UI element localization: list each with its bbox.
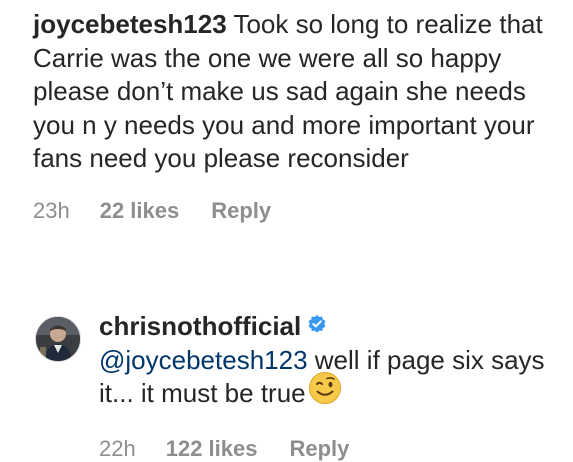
reply-username[interactable]: chrisnothofficial bbox=[99, 311, 301, 341]
reply-reply-button[interactable]: Reply bbox=[289, 436, 349, 462]
comment-meta: 23h 22 likes Reply bbox=[33, 198, 563, 224]
avatar-photo-icon bbox=[36, 317, 80, 361]
winking-face-emoji-icon bbox=[308, 371, 342, 414]
comment-text-block: joycebetesh123 Took so long to realize t… bbox=[33, 8, 563, 176]
avatar[interactable] bbox=[35, 316, 81, 362]
comment-timestamp: 23h bbox=[33, 197, 70, 223]
reply-timestamp: 22h bbox=[99, 435, 136, 461]
comment: joycebetesh123 Took so long to realize t… bbox=[33, 8, 563, 224]
reply-likes-button[interactable]: 122 likes bbox=[166, 436, 258, 462]
comment-username[interactable]: joycebetesh123 bbox=[33, 9, 227, 39]
reply-text-block: chrisnothofficial @joycebetesh123 well i… bbox=[99, 310, 559, 414]
reply-meta: 22h 122 likes Reply bbox=[99, 436, 559, 462]
comment-reply-button[interactable]: Reply bbox=[211, 198, 271, 224]
reply-body: chrisnothofficial @joycebetesh123 well i… bbox=[99, 310, 559, 462]
comment-likes-button[interactable]: 22 likes bbox=[100, 198, 180, 224]
reply-mention-link[interactable]: @joycebetesh123 bbox=[99, 345, 308, 375]
verified-badge-icon bbox=[307, 309, 327, 343]
